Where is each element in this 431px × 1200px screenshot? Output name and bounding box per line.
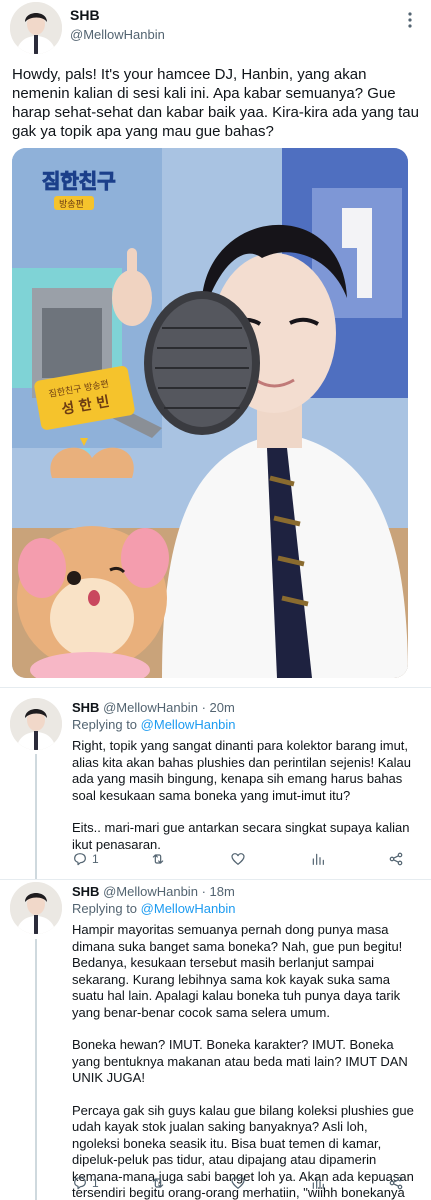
retweet-icon: [152, 1178, 164, 1188]
avatar[interactable]: [10, 2, 62, 54]
avatar[interactable]: [10, 698, 62, 750]
reply-icon: [74, 853, 86, 866]
like-button[interactable]: [230, 1173, 246, 1193]
reply-count: 1: [92, 1176, 99, 1190]
main-tweet: SHB @MellowHanbin Howdy, pals! It's your…: [0, 0, 431, 687]
thread-line: [35, 939, 37, 1200]
reply-button[interactable]: 1: [72, 1173, 99, 1193]
replying-to: Replying to @MellowHanbin: [72, 901, 236, 916]
avatar[interactable]: [10, 882, 62, 934]
analytics-icon: [312, 853, 324, 865]
tweet-photo[interactable]: 짐한친구 방송편 성 한 빈 짐한친구 방송편: [12, 148, 408, 678]
handle[interactable]: @MellowHanbin: [103, 884, 198, 899]
reply-count: 1: [92, 852, 99, 866]
reply-paragraph: Hampir mayoritas semuanya pernah dong pu…: [72, 922, 403, 1020]
reply-tweet: SHB @MellowHanbin · 18m Replying to @Mel…: [0, 879, 431, 1200]
share-icon: [389, 852, 403, 866]
replying-to-label: Replying to: [72, 901, 138, 916]
share-button[interactable]: [388, 849, 404, 869]
reply-button[interactable]: 1: [72, 849, 99, 869]
action-bar: 1: [72, 849, 412, 869]
display-name[interactable]: SHB: [72, 884, 99, 899]
timestamp[interactable]: 18m: [210, 884, 235, 899]
reply-icon: [74, 1177, 86, 1190]
thread-line: [35, 754, 37, 879]
retweet-icon: [152, 854, 164, 864]
retweet-button[interactable]: [150, 849, 166, 869]
handle[interactable]: @MellowHanbin: [70, 27, 165, 42]
share-button[interactable]: [388, 1173, 404, 1193]
like-icon: [231, 1177, 245, 1189]
separator: ·: [201, 700, 206, 715]
replying-to-label: Replying to: [72, 717, 138, 732]
analytics-icon: [312, 1177, 324, 1189]
tweet-text: Howdy, pals! It's your hamcee DJ, Hanbin…: [12, 66, 424, 140]
more-icon[interactable]: [400, 10, 420, 30]
replying-to: Replying to @MellowHanbin: [72, 717, 236, 732]
display-name[interactable]: SHB: [70, 7, 100, 23]
mention-link[interactable]: @MellowHanbin: [141, 901, 236, 916]
reply-paragraph: Boneka hewan? IMUT. Boneka karakter? IMU…: [72, 1037, 408, 1085]
analytics-button[interactable]: [310, 849, 326, 869]
retweet-button[interactable]: [150, 1173, 166, 1193]
like-button[interactable]: [230, 849, 246, 869]
reply-header: SHB @MellowHanbin · 20m: [72, 700, 235, 715]
like-icon: [231, 853, 245, 865]
action-bar: 1: [72, 1173, 412, 1193]
reply-header: SHB @MellowHanbin · 18m: [72, 884, 235, 899]
display-name[interactable]: SHB: [72, 700, 99, 715]
mention-link[interactable]: @MellowHanbin: [141, 717, 236, 732]
timestamp[interactable]: 20m: [210, 700, 235, 715]
separator: ·: [201, 884, 206, 899]
share-icon: [389, 1176, 403, 1190]
analytics-button[interactable]: [310, 1173, 326, 1193]
show-logo-sub: 방송편: [59, 198, 84, 210]
handle[interactable]: @MellowHanbin: [103, 700, 198, 715]
reply-paragraph: Right, topik yang sangat dinanti para ko…: [72, 738, 411, 803]
show-logo: 짐한친구: [42, 169, 116, 193]
reply-text: Hampir mayoritas semuanya pernah dong pu…: [72, 922, 417, 1200]
reply-tweet: SHB @MellowHanbin · 20m Replying to @Mel…: [0, 688, 431, 879]
